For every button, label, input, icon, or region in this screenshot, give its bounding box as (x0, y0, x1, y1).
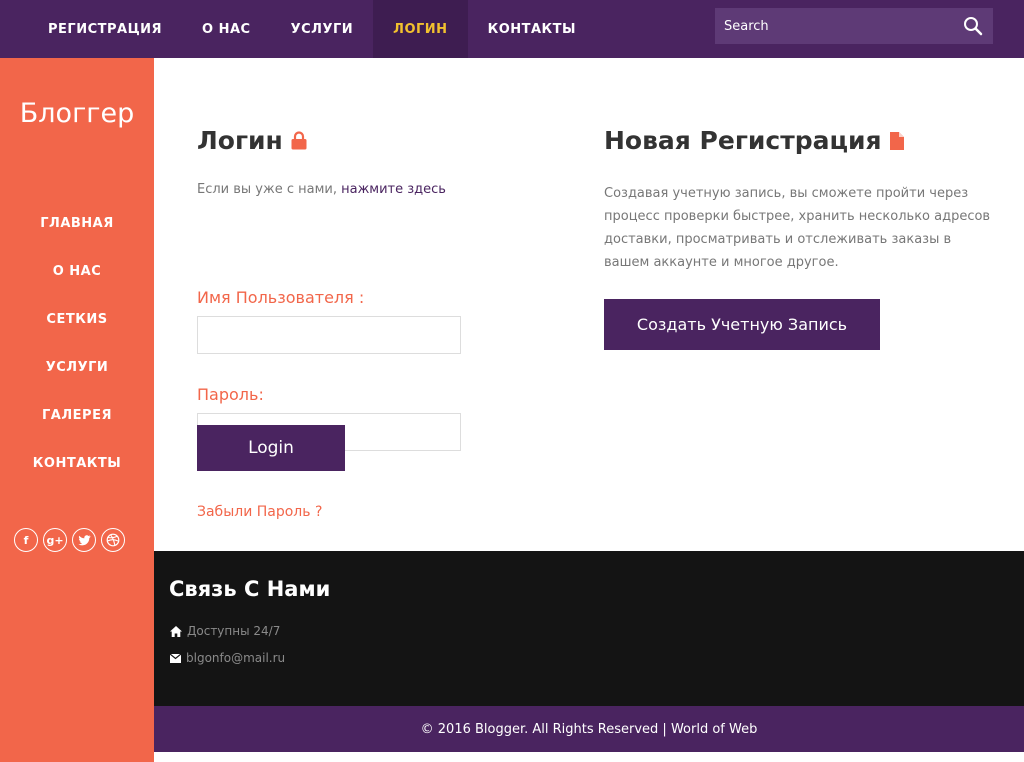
credit-link[interactable]: World of Web (671, 722, 757, 737)
login-submit-button[interactable]: Login (197, 425, 345, 471)
email-line: blgonfo@mail.ru (170, 651, 285, 665)
site-logo[interactable]: Блоггер (0, 98, 154, 129)
sidebar-item-home[interactable]: ГЛАВНАЯ (0, 199, 154, 247)
availability-text: Доступны 24/7 (187, 624, 281, 638)
main-content: Логин Если вы уже с нами, нажмите здесь … (154, 58, 1024, 551)
search-icon (964, 17, 983, 36)
copyright-text: © 2016 Blogger. All Rights Reserved | (420, 721, 667, 737)
sidebar-item-about[interactable]: О НАС (0, 247, 154, 295)
dribbble-icon[interactable] (101, 528, 125, 552)
login-hint-text: Если вы уже с нами, (197, 182, 337, 197)
search-input[interactable] (715, 8, 953, 44)
top-navigation: РЕГИСТРАЦИЯ О НАС УСЛУГИ ЛОГИН КОНТАКТЫ (0, 0, 1024, 58)
login-title-text: Логин (197, 126, 283, 155)
sidebar-item-services[interactable]: УСЛУГИ (0, 343, 154, 391)
twitter-icon[interactable] (72, 528, 96, 552)
registration-section: Новая Регистрация Создавая учетную запис… (604, 126, 994, 350)
username-label: Имя Пользователя : (197, 288, 365, 307)
registration-title-text: Новая Регистрация (604, 126, 882, 155)
password-label: Пароль: (197, 385, 264, 404)
login-hint: Если вы уже с нами, нажмите здесь (197, 182, 537, 197)
username-input[interactable] (197, 316, 461, 354)
document-icon (889, 131, 904, 150)
availability-line: Доступны 24/7 (170, 624, 280, 638)
email-text[interactable]: blgonfo@mail.ru (186, 651, 285, 665)
login-section: Логин Если вы уже с нами, нажмите здесь … (197, 126, 537, 520)
contact-footer: Связь С Нами Доступны 24/7 blgonfo@mail.… (154, 551, 1024, 706)
sidebar-item-grids[interactable]: СЕТКИS (0, 295, 154, 343)
search-button[interactable] (953, 8, 993, 44)
social-links: f g+ (14, 528, 125, 552)
sidebar: Блоггер ГЛАВНАЯ О НАС СЕТКИS УСЛУГИ ГАЛЕ… (0, 58, 154, 762)
main-menu: РЕГИСТРАЦИЯ О НАС УСЛУГИ ЛОГИН КОНТАКТЫ (28, 0, 596, 58)
facebook-icon[interactable]: f (14, 528, 38, 552)
login-title: Логин (197, 126, 537, 155)
nav-item-registration[interactable]: РЕГИСТРАЦИЯ (28, 0, 182, 58)
google-plus-icon[interactable]: g+ (43, 528, 67, 552)
forgot-password-link[interactable]: Забыли Пароль ? (197, 504, 322, 520)
search-box (715, 8, 993, 44)
nav-item-login[interactable]: ЛОГИН (373, 0, 468, 58)
registration-description: Создавая учетную запись, вы сможете прой… (604, 186, 991, 270)
envelope-icon (170, 653, 181, 663)
sidebar-menu: ГЛАВНАЯ О НАС СЕТКИS УСЛУГИ ГАЛЕРЕЯ КОНТ… (0, 199, 154, 487)
username-group: Имя Пользователя : (197, 288, 461, 354)
footer-title: Связь С Нами (169, 577, 331, 601)
copyright-bar: © 2016 Blogger. All Rights Reserved | Wo… (154, 706, 1024, 752)
sidebar-item-contacts[interactable]: КОНТАКТЫ (0, 439, 154, 487)
home-icon (170, 625, 182, 637)
login-hint-link[interactable]: нажмите здесь (341, 182, 446, 197)
sidebar-item-gallery[interactable]: ГАЛЕРЕЯ (0, 391, 154, 439)
lock-icon (291, 131, 307, 150)
nav-item-services[interactable]: УСЛУГИ (271, 0, 374, 58)
create-account-button[interactable]: Создать Учетную Запись (604, 299, 880, 350)
nav-item-about[interactable]: О НАС (182, 0, 271, 58)
registration-title: Новая Регистрация (604, 126, 994, 155)
nav-item-contacts[interactable]: КОНТАКТЫ (468, 0, 596, 58)
